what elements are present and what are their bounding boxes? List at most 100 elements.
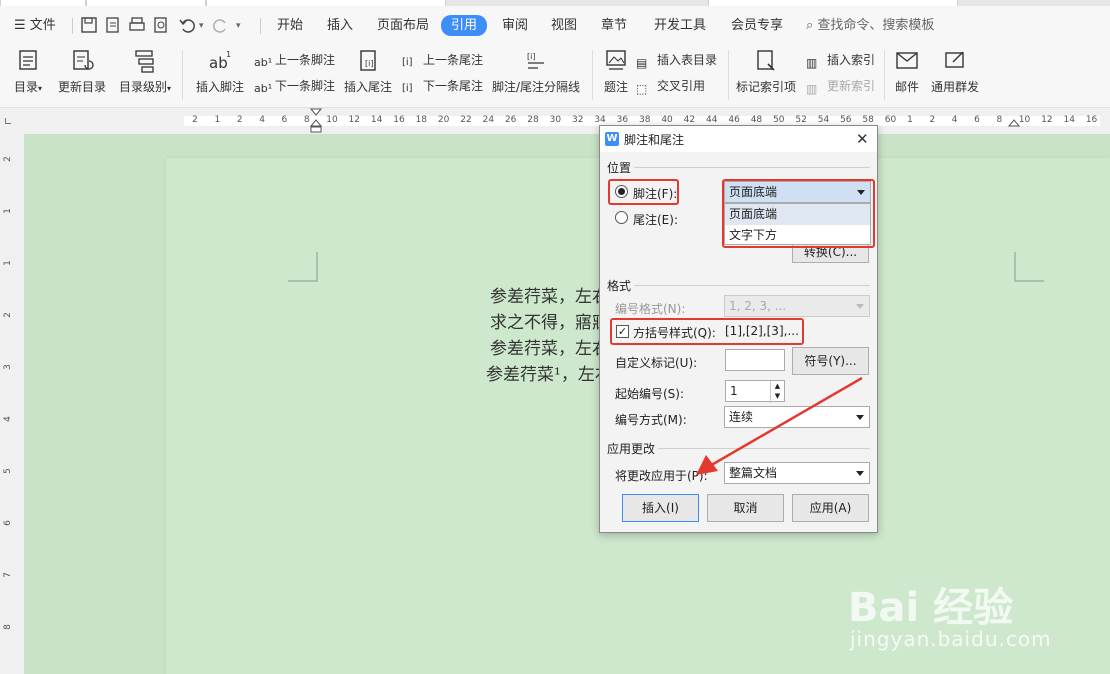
prev-footnote-icon: ab¹ [254, 55, 273, 69]
ruler-number: 46 [728, 115, 740, 125]
ruler-number: 18 [415, 115, 428, 125]
export-pdf-icon[interactable] [104, 16, 122, 34]
next-footnote-icon: ab¹ [254, 81, 273, 95]
svg-text:[i]: [i] [365, 59, 373, 68]
next-endnote-icon: [i] [402, 82, 413, 94]
baidu-jingyan-watermark: Bai 经验 jingyan.baidu.com [848, 575, 1058, 665]
tab-developer[interactable]: 开发工具 [654, 16, 706, 36]
prev-footnote-button[interactable]: ab¹ 上一条脚注 [254, 50, 335, 70]
ruler-number: 2 [929, 115, 936, 125]
ruler-number: 40 [661, 115, 673, 125]
insert-endnote-button[interactable]: [i] 插入尾注 [342, 48, 394, 95]
insert-footnote-button[interactable]: ab 1 插入脚注 [194, 48, 246, 95]
endnote-radio-label[interactable]: 尾注(E): [633, 211, 678, 228]
references-ribbon: 目录▾ 更新目录 目录级别▾ ab 1 插入脚注 ab¹ 上一条脚注 ab¹ 下一条脚… [0, 44, 1110, 108]
numbering-label: 编号方式(M): [615, 413, 687, 427]
ruler-number: 8 [303, 115, 310, 125]
ruler-number: 5 [2, 468, 13, 474]
ruler-number: 10 [1018, 115, 1031, 125]
tab-chapter[interactable]: 章节 [601, 16, 627, 36]
toc-level-icon [135, 50, 154, 73]
doc-paragraph-line[interactable]: 参差荇菜¹，左右 [486, 360, 602, 385]
ruler-number: 20 [437, 115, 450, 125]
undo-icon[interactable] [178, 16, 196, 34]
tab-home[interactable]: 开始 [277, 16, 303, 36]
doc-paragraph-line[interactable]: 参差荇菜，左右 [490, 334, 602, 359]
file-menu[interactable]: ☰ 文件 [14, 16, 56, 36]
toc-level-button[interactable]: 目录级别▾ [116, 48, 174, 95]
highlight-box-bracket [610, 318, 804, 345]
command-search[interactable]: ⌕ 查找命令、搜索模板 [806, 16, 934, 36]
update-toc-button[interactable]: 更新目录 [56, 48, 108, 95]
vertical-ruler[interactable]: 2 1 1 2 3 4 5 6 7 8 [0, 134, 24, 674]
save-icon[interactable] [80, 16, 98, 34]
more-quick-access-icon[interactable]: ▾ [236, 16, 241, 36]
custom-mark-label: 自定义标记(U): [615, 356, 698, 370]
caption-button[interactable]: 题注 [600, 48, 632, 95]
ruler-number: 2 [2, 156, 13, 162]
print-icon[interactable] [128, 16, 146, 34]
dialog-title: 脚注和尾注 [624, 133, 685, 147]
right-indent-marker[interactable] [1008, 108, 1020, 134]
tab-review[interactable]: 审阅 [502, 16, 528, 36]
update-index-icon: ▥ [806, 81, 818, 96]
insert-table-of-figures-button[interactable]: ▤ 插入表目录 [636, 50, 717, 70]
undo-dropdown-icon[interactable]: ▾ [199, 16, 204, 36]
ruler-number: 52 [795, 115, 807, 125]
dialog-titlebar[interactable]: W 脚注和尾注 ✕ [600, 126, 877, 152]
tab-page-layout[interactable]: 页面布局 [377, 16, 429, 36]
mark-index-icon [757, 50, 775, 71]
toc-button[interactable]: 目录▾ [10, 48, 46, 95]
doc-paragraph-line[interactable]: 参差荇菜，左右 [490, 282, 602, 307]
highlight-box-location [722, 179, 875, 248]
ruler-number: 4 [951, 115, 958, 125]
mark-index-button[interactable]: 标记索引项 [734, 48, 798, 95]
left-indent-marker[interactable] [310, 108, 322, 134]
print-preview-icon[interactable] [152, 16, 170, 34]
hamburger-icon: ☰ [14, 18, 30, 33]
tab-insert[interactable]: 插入 [327, 16, 353, 36]
doc-paragraph-line[interactable]: 求之不得，寤寐 [490, 308, 602, 333]
separator-button[interactable]: [i] 脚注/尾注分隔线 [490, 48, 582, 95]
symbol-button[interactable]: 符号(Y)... [792, 347, 869, 375]
cross-reference-button[interactable]: ⬚ 交叉引用 [636, 76, 705, 96]
update-index-button[interactable]: ▥ 更新索引 [806, 76, 875, 96]
wps-writer-icon: W [605, 132, 619, 146]
close-icon[interactable]: ✕ [856, 130, 869, 148]
number-format-select[interactable]: 1, 2, 3, ... [724, 295, 870, 317]
apply-button[interactable]: 应用(A) [792, 494, 869, 522]
ruler-number: 3 [2, 364, 13, 370]
insert-index-button[interactable]: ▥ 插入索引 [806, 50, 875, 70]
ruler-number: 1 [2, 208, 13, 214]
ruler-number: 30 [549, 115, 562, 125]
ruler-number: 24 [482, 115, 495, 125]
tab-references[interactable]: 引用 [441, 15, 488, 36]
endnote-radio[interactable] [615, 211, 628, 224]
mass-mail-icon [945, 51, 964, 68]
cancel-button[interactable]: 取消 [707, 494, 784, 522]
endnote-icon: [i] [360, 50, 376, 71]
tab-member[interactable]: 会员专享 [731, 16, 783, 36]
redo-icon[interactable] [212, 16, 230, 34]
custom-mark-input[interactable] [725, 349, 785, 371]
mass-mail-button[interactable]: 通用群发 [928, 48, 982, 95]
prev-endnote-button[interactable]: [i] 上一条尾注 [402, 50, 483, 70]
ruler-number: 1 [214, 115, 221, 125]
horizontal-ruler[interactable]: 2 1 2 4 6 8 10 12 14 16 18 20 22 24 26 28 30 32 34 36 38 40 42… [0, 108, 1110, 134]
footnote-icon: ab1 [209, 50, 231, 72]
mail-button[interactable]: 邮件 [890, 48, 924, 95]
insert-button[interactable]: 插入(I) [622, 494, 699, 522]
ruler-number: 7 [2, 572, 13, 578]
ruler-number: 28 [527, 115, 539, 125]
caption-icon [606, 50, 626, 70]
next-footnote-button[interactable]: ab¹ 下一条脚注 [254, 76, 335, 96]
next-endnote-button[interactable]: [i] 下一条尾注 [402, 76, 483, 96]
tab-stop-selector[interactable] [5, 118, 11, 124]
annotation-arrow-icon [696, 376, 863, 475]
ruler-number: 54 [817, 115, 830, 125]
tab-view[interactable]: 视图 [551, 16, 577, 36]
watermark-logo: Bai 经验 [848, 585, 1014, 631]
ruler-number: 48 [750, 115, 763, 125]
ruler-number: 42 [683, 115, 696, 125]
ruler-number: 8 [996, 115, 1003, 125]
